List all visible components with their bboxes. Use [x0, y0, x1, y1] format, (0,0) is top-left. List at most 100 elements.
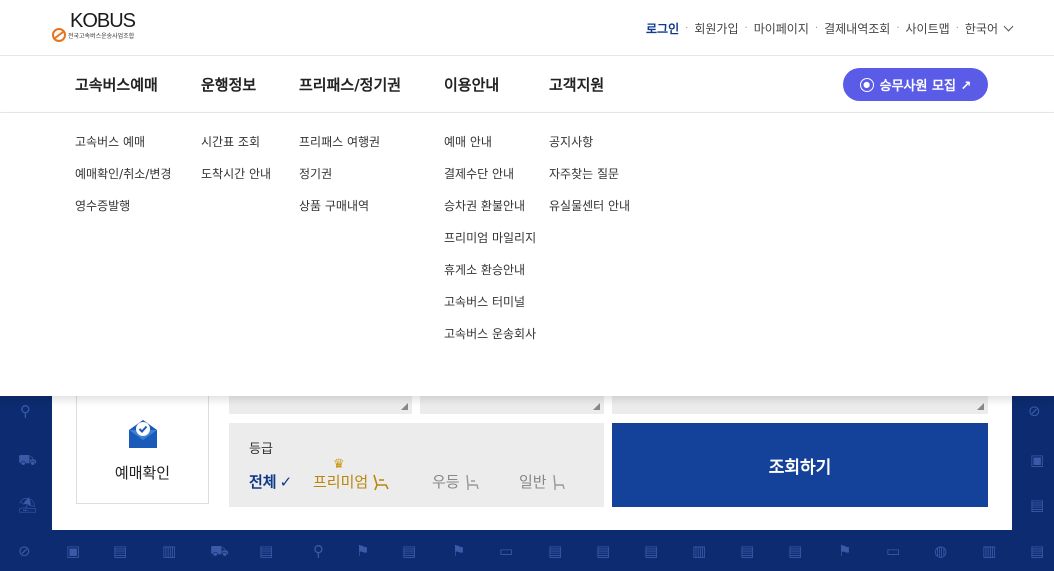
flag-icon: ⚑ — [356, 542, 370, 560]
dropdown-arrow-icon — [401, 403, 408, 410]
date-select[interactable] — [612, 396, 988, 414]
bag-icon: ▣ — [1030, 451, 1045, 469]
nav-operation-info[interactable]: 운행정보 — [201, 74, 256, 95]
chevron-down-icon — [1003, 21, 1014, 32]
car-icon: ⛟ — [18, 451, 37, 469]
grade-selector: 등급 ♛ 전체 ✓ 프리미엄 우등 일반 — [229, 423, 604, 507]
menu-item[interactable]: 프리미엄 마일리지 — [444, 229, 536, 261]
compass-icon: ⊘ — [18, 542, 31, 560]
nav-freepass[interactable]: 프리패스/정기권 — [299, 74, 401, 95]
person-icon: ● — [859, 77, 874, 92]
dropdown-col-support: 공지사항 자주찾는 질문 유실물센터 안내 — [549, 133, 630, 229]
menu-item[interactable]: 휴게소 환승안내 — [444, 261, 536, 293]
grade-premium-label: 프리미엄 — [313, 473, 369, 491]
menu-item[interactable]: 고속버스 운송회사 — [444, 325, 536, 357]
grade-option-all[interactable]: 전체 ✓ — [249, 471, 292, 492]
main-nav: 고속버스예매 운행정보 프리패스/정기권 이용안내 고객지원 ● 승무사원 모집… — [0, 56, 1054, 113]
menu-item[interactable]: 고속버스 터미널 — [444, 293, 536, 325]
menu-item[interactable]: 영수증발행 — [75, 197, 171, 229]
nav-bus-reservation[interactable]: 고속버스예매 — [75, 74, 158, 95]
menu-item[interactable]: 정기권 — [299, 165, 380, 197]
map-icon: ▥ — [162, 542, 177, 560]
card-icon: ▭ — [886, 542, 901, 560]
bus-icon: ▤ — [1030, 496, 1045, 514]
bus-icon: ▤ — [259, 542, 274, 560]
nav-usage-guide[interactable]: 이용안내 — [444, 74, 499, 95]
seat-icon — [552, 474, 565, 490]
menu-item[interactable]: 상품 구매내역 — [299, 197, 380, 229]
grade-title: 등급 — [249, 442, 273, 457]
seat-icon — [373, 474, 389, 490]
grade-option-wudeung[interactable]: 우등 — [432, 471, 483, 492]
grade-wudeung-label: 우등 — [432, 473, 460, 491]
mega-dropdown: 고속버스 예매 예매확인/취소/변경 영수증발행 시간표 조회 도착시간 안내 … — [0, 113, 1054, 396]
menu-item[interactable]: 고속버스 예매 — [75, 133, 171, 165]
arrival-select[interactable] — [420, 396, 604, 414]
sitemap-link[interactable]: 사이트맵 — [906, 20, 950, 37]
seat-icon — [465, 474, 479, 490]
menu-item[interactable]: 도착시간 안내 — [201, 165, 271, 197]
grade-all-label: 전체 — [249, 473, 277, 491]
utility-nav: 로그인 · 회원가입 · 마이페이지 · 결제내역조회 · 사이트맵 · 한국어 — [646, 20, 1014, 37]
crown-icon: ♛ — [333, 457, 345, 472]
menu-item[interactable]: 예매확인/취소/변경 — [75, 165, 171, 197]
menu-item[interactable]: 공지사항 — [549, 133, 630, 165]
departure-select[interactable] — [229, 396, 412, 414]
signup-link[interactable]: 회원가입 — [694, 20, 738, 37]
ticket-check-icon — [129, 420, 157, 448]
menu-item[interactable]: 예매 안내 — [444, 133, 536, 165]
nav-customer-support[interactable]: 고객지원 — [549, 74, 604, 95]
menu-item[interactable]: 승차권 환불안내 — [444, 197, 536, 229]
bus-icon: ▤ — [1030, 542, 1045, 560]
reservation-check-button[interactable]: 예매확인 — [76, 396, 209, 504]
separator: · — [685, 23, 689, 34]
search-button[interactable]: 조회하기 — [612, 423, 988, 507]
flag-icon: ⚑ — [452, 542, 466, 560]
dropdown-arrow-icon — [593, 403, 600, 410]
separator: · — [814, 23, 819, 34]
recruit-button[interactable]: ● 승무사원 모집 ↗ — [843, 68, 988, 101]
card-icon: ▭ — [499, 542, 514, 560]
reservation-check-label: 예매확인 — [114, 464, 171, 482]
bus-icon: ▤ — [596, 542, 611, 560]
globe-icon: ◍ — [934, 542, 948, 560]
map-icon: ▥ — [692, 542, 707, 560]
grade-option-premium[interactable]: 프리미엄 — [313, 471, 391, 492]
beach-icon: ⛱ — [18, 496, 38, 514]
mypage-link[interactable]: 마이페이지 — [754, 20, 809, 37]
dropdown-col-operation: 시간표 조회 도착시간 안내 — [201, 133, 271, 197]
dropdown-arrow-icon — [977, 403, 984, 410]
grade-option-ilban[interactable]: 일반 — [519, 471, 570, 492]
menu-item[interactable]: 프리패스 여행권 — [299, 133, 380, 165]
language-label: 한국어 — [964, 22, 998, 36]
bus-icon: ▤ — [548, 542, 563, 560]
menu-item[interactable]: 시간표 조회 — [201, 133, 271, 165]
dropdown-col-reservation: 고속버스 예매 예매확인/취소/변경 영수증발행 — [75, 133, 171, 229]
kobus-logo[interactable]: KOBUS 전국고속버스운송사업조합 — [52, 10, 162, 46]
bus-icon: ▤ — [113, 542, 128, 560]
pin-icon: ⚲ — [20, 402, 31, 420]
login-link[interactable]: 로그인 — [646, 20, 679, 37]
dropdown-col-guide: 예매 안내 결제수단 안내 승차권 환불안내 프리미엄 마일리지 휴게소 환승안… — [444, 133, 536, 357]
separator: · — [896, 23, 900, 34]
menu-item[interactable]: 결제수단 안내 — [444, 165, 536, 197]
flag-icon: ⚑ — [838, 542, 852, 560]
bus-icon: ▤ — [644, 542, 659, 560]
logo-mark-icon — [52, 28, 66, 42]
recruit-label: 승무사원 모집 ↗ — [879, 79, 972, 94]
menu-item[interactable]: 유실물센터 안내 — [549, 197, 630, 229]
check-icon: ✓ — [279, 472, 293, 491]
menu-item[interactable]: 자주찾는 질문 — [549, 165, 630, 197]
language-selector[interactable]: 한국어 — [964, 20, 1014, 37]
car-icon: ⛟ — [210, 542, 229, 560]
logo-text: KOBUS — [70, 10, 136, 32]
payment-history-link[interactable]: 결제내역조회 — [824, 20, 890, 37]
separator: · — [744, 23, 748, 34]
reservation-panel: 예매확인 등급 ♛ 전체 ✓ 프리미엄 우등 일반 조회하기 — [52, 396, 1012, 530]
card-icon: ▣ — [66, 542, 81, 560]
map-icon: ▥ — [982, 542, 997, 560]
logo-subtitle: 전국고속버스운송사업조합 — [68, 33, 135, 40]
bus-icon: ▤ — [788, 542, 803, 560]
grade-ilban-label: 일반 — [519, 473, 547, 491]
pin-icon: ⚲ — [313, 542, 324, 560]
